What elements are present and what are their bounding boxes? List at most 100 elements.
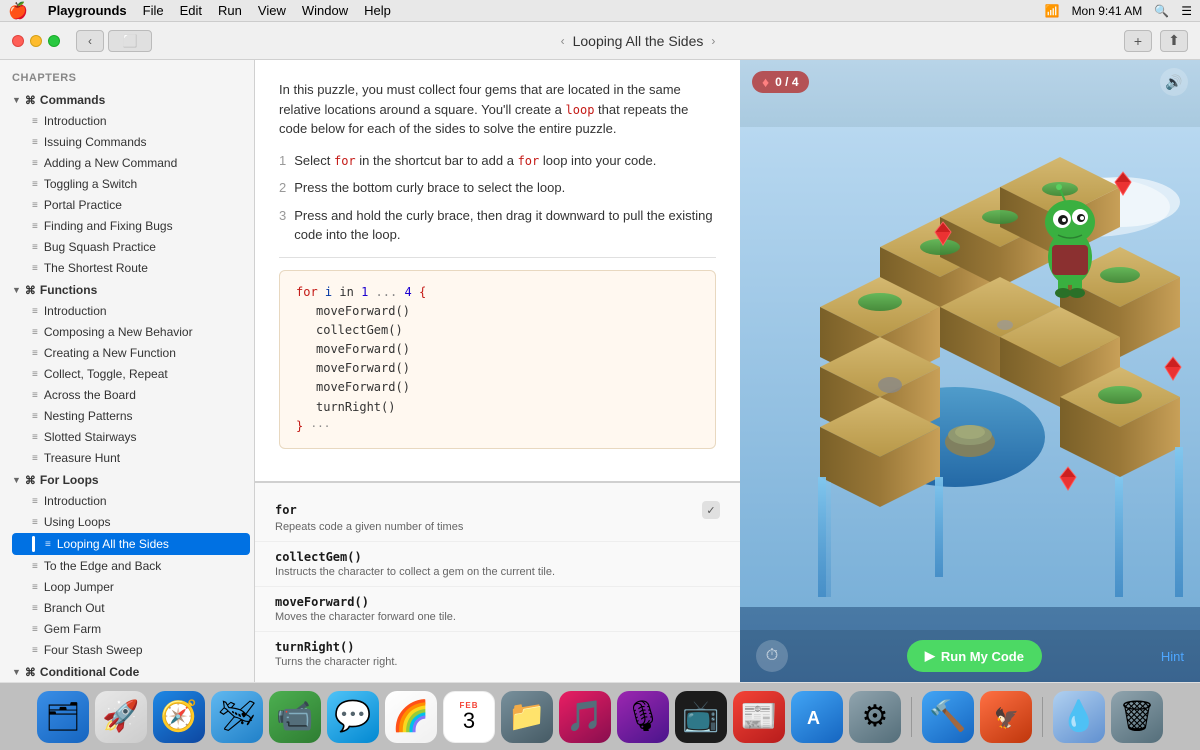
functions-items: ≡ Introduction ≡ Composing a New Behavio… <box>0 301 254 468</box>
step-num-2: 2 <box>279 178 286 198</box>
svg-text:🦅: 🦅 <box>994 706 1019 730</box>
dock-files[interactable]: 📁 <box>501 691 553 743</box>
lesson-title: Looping All the Sides <box>573 33 704 49</box>
minimize-button[interactable] <box>30 35 42 47</box>
dock-launchpad[interactable]: 🚀 <box>95 691 147 743</box>
list-item[interactable]: ≡ Introduction <box>12 111 250 131</box>
shortcut-for[interactable]: for ✓ Repeats code a given number of tim… <box>255 493 740 542</box>
list-item[interactable]: ≡ Introduction <box>12 491 250 511</box>
list-item[interactable]: ≡ To the Edge and Back <box>12 556 250 576</box>
triangle-icon: ▼ <box>12 667 21 677</box>
divider <box>279 257 716 258</box>
list-item[interactable]: ≡ Loop Jumper <box>12 577 250 597</box>
dock-messages[interactable]: 💬 <box>327 691 379 743</box>
chapter-conditional: ▼ ⌘ Conditional Code ≡ Introduction <box>0 662 254 682</box>
dock-news[interactable]: 📰 <box>733 691 785 743</box>
list-item[interactable]: ≡ Using Loops <box>12 512 250 532</box>
dock-appstore[interactable]: A <box>791 691 843 743</box>
dock-xcode[interactable]: 🔨 <box>922 691 974 743</box>
chapter-conditional-title[interactable]: ▼ ⌘ Conditional Code <box>0 662 254 682</box>
shortcut-moveforward[interactable]: moveForward() Moves the character forwar… <box>255 587 740 632</box>
shortcut-turnright[interactable]: turnRight() Turns the character right. <box>255 632 740 676</box>
window-menu[interactable]: Window <box>302 3 348 18</box>
code-block[interactable]: for i in 1 ... 4 { moveForward() collect… <box>279 270 716 450</box>
control-center-icon[interactable]: ☰ <box>1181 4 1192 18</box>
sidebar-toggle[interactable]: ⬜ <box>108 30 152 52</box>
list-item[interactable]: ≡ Creating a New Function <box>12 343 250 363</box>
dock-appletv[interactable]: 📺 <box>675 691 727 743</box>
triangle-icon: ▼ <box>12 475 21 485</box>
maximize-button[interactable] <box>48 35 60 47</box>
view-menu[interactable]: View <box>258 3 286 18</box>
chapter-forloops-title[interactable]: ▼ ⌘ For Loops <box>0 470 254 490</box>
dock-playgrounds[interactable]: 🛩 <box>211 691 263 743</box>
dock-podcasts[interactable]: 🎙 <box>617 691 669 743</box>
list-item[interactable]: ≡ Four Stash Sweep <box>12 640 250 660</box>
gem-counter: ♦ 0 / 4 <box>752 71 809 93</box>
list-item[interactable]: ≡ Introduction <box>12 301 250 321</box>
gem-count: 0 / 4 <box>775 75 798 89</box>
dock-photos[interactable]: 🌈 <box>385 691 437 743</box>
file-menu[interactable]: File <box>143 3 164 18</box>
next-lesson-button[interactable]: › <box>711 34 715 48</box>
apple-menu[interactable]: 🍎 <box>8 1 28 21</box>
commands-items: ≡ Introduction ≡ Issuing Commands ≡ Addi… <box>0 111 254 278</box>
step-num-1: 1 <box>279 151 286 171</box>
dock-airdrop[interactable]: 💧 <box>1053 691 1105 743</box>
chapter-commands-title[interactable]: ▼ ⌘ Commands <box>0 90 254 110</box>
dock-music[interactable]: 🎵 <box>559 691 611 743</box>
share-button[interactable]: ⬆ <box>1160 30 1188 52</box>
chapter-functions-title[interactable]: ▼ ⌘ Functions <box>0 280 254 300</box>
volume-button[interactable]: 🔊 <box>1160 68 1188 96</box>
dock-calendar[interactable]: FEB 3 <box>443 691 495 743</box>
clock: Mon 9:41 AM <box>1072 4 1143 18</box>
spotlight-icon[interactable]: 🔍 <box>1154 4 1169 18</box>
dock-facetime[interactable]: 📹 <box>269 691 321 743</box>
list-item[interactable]: ≡ Composing a New Behavior <box>12 322 250 342</box>
list-item-active[interactable]: ≡ Looping All the Sides <box>12 533 250 555</box>
step-3: 3 Press and hold the curly brace, then d… <box>279 206 716 245</box>
list-item[interactable]: ≡ Bug Squash Practice <box>12 237 250 257</box>
add-button[interactable]: + <box>1124 30 1152 52</box>
app-menu[interactable]: Playgrounds <box>48 3 127 18</box>
list-item[interactable]: ≡ Slotted Stairways <box>12 427 250 447</box>
forloops-chapter-icon: ⌘ <box>25 474 36 487</box>
list-item[interactable]: ≡ Collect, Toggle, Repeat <box>12 364 250 384</box>
center-panel: In this puzzle, you must collect four ge… <box>255 60 740 682</box>
timer-button[interactable]: ⏱ <box>756 640 788 672</box>
list-item[interactable]: ≡ Nesting Patterns <box>12 406 250 426</box>
dock-trash[interactable]: 🗑 <box>1111 691 1163 743</box>
list-item[interactable]: ≡ Issuing Commands <box>12 132 250 152</box>
list-item[interactable]: ≡ Treasure Hunt <box>12 448 250 468</box>
list-item[interactable]: ≡ Toggling a Switch <box>12 174 250 194</box>
step-2: 2 Press the bottom curly brace to select… <box>279 178 716 198</box>
shortcut-collectgem[interactable]: collectGem() Instructs the character to … <box>255 542 740 587</box>
hint-button[interactable]: Hint <box>1161 649 1184 664</box>
dock-finder[interactable]: 🗂 <box>37 691 89 743</box>
list-item[interactable]: ≡ Portal Practice <box>12 195 250 215</box>
dock-swift[interactable]: 🦅 <box>980 691 1032 743</box>
list-item[interactable]: ≡ The Shortest Route <box>12 258 250 278</box>
close-button[interactable] <box>12 35 24 47</box>
list-item[interactable]: ≡ Finding and Fixing Bugs <box>12 216 250 236</box>
back-button[interactable]: ‹ <box>76 30 104 52</box>
svg-text:A: A <box>807 708 820 728</box>
dock-safari[interactable]: 🧭 <box>153 691 205 743</box>
dock-systemprefs[interactable]: ⚙ <box>849 691 901 743</box>
code-line-3: moveForward() <box>296 340 699 359</box>
edit-menu[interactable]: Edit <box>180 3 202 18</box>
run-menu[interactable]: Run <box>218 3 242 18</box>
list-item[interactable]: ≡ Branch Out <box>12 598 250 618</box>
shortcut-for-name: for <box>275 503 297 517</box>
help-menu[interactable]: Help <box>364 3 391 18</box>
code-line-5: moveForward() <box>296 378 699 397</box>
shortcut-for-check[interactable]: ✓ <box>702 501 720 519</box>
run-button[interactable]: ▶ Run My Code <box>907 640 1042 672</box>
list-item[interactable]: ≡ Across the Board <box>12 385 250 405</box>
step-2-text: Press the bottom curly brace to select t… <box>294 178 565 198</box>
prev-lesson-button[interactable]: ‹ <box>561 34 565 48</box>
code-line-4: moveForward() <box>296 359 699 378</box>
list-item[interactable]: ≡ Adding a New Command <box>12 153 250 173</box>
list-item[interactable]: ≡ Gem Farm <box>12 619 250 639</box>
functions-chapter-icon: ⌘ <box>25 284 36 297</box>
